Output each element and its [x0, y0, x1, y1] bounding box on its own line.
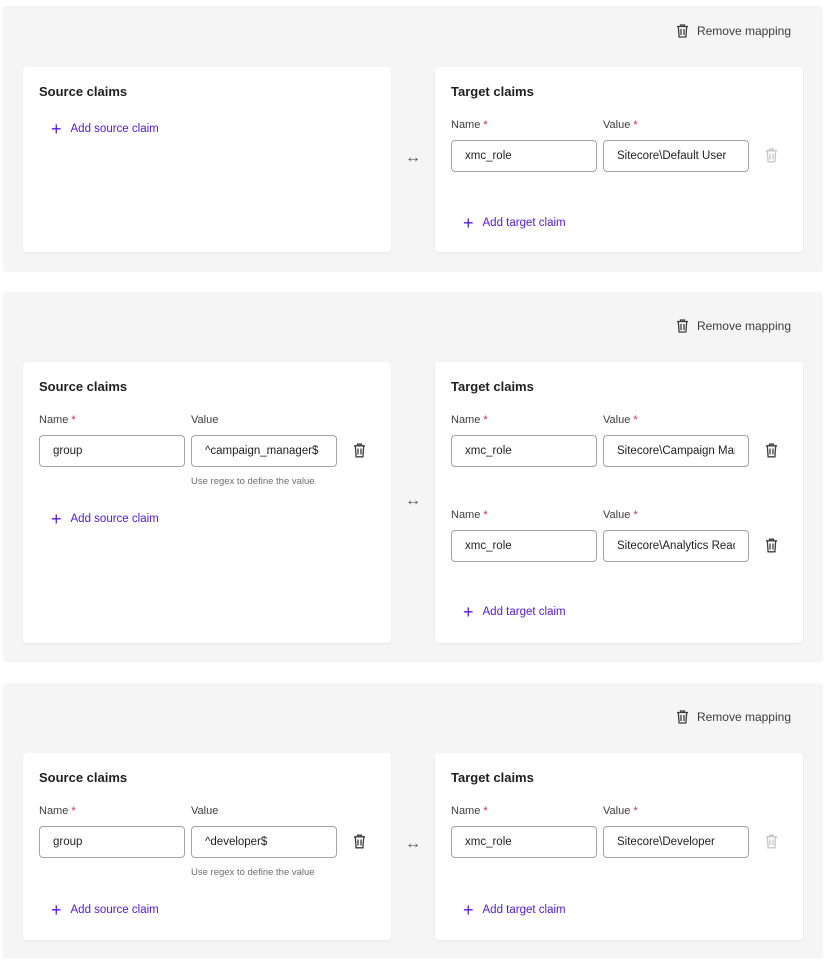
mapping-2: Remove mapping Source claims Name * Value…: [3, 292, 823, 662]
name-label: Name *: [39, 805, 76, 817]
name-label: Name *: [451, 414, 488, 426]
source-claims-card: Source claims + Add source claim: [23, 67, 391, 252]
target-claims-card: Target claims Name* Value* + Add target …: [435, 67, 803, 252]
trash-icon: [676, 319, 689, 333]
remove-mapping-label: Remove mapping: [696, 319, 791, 333]
delete-target-claim-icon[interactable]: [765, 834, 781, 850]
name-label: Name *: [451, 805, 488, 817]
swap-icon: ↔: [405, 835, 421, 852]
name-label: Name *: [451, 509, 488, 521]
value-label: Value *: [603, 414, 638, 426]
remove-mapping-label: Remove mapping: [696, 24, 791, 38]
add-source-claim-button[interactable]: + Add source claim: [51, 900, 159, 920]
regex-hint: Use regex to define the value: [191, 476, 315, 487]
source-claim-value-input[interactable]: [191, 826, 337, 858]
add-source-claim-label: Add source claim: [70, 904, 159, 916]
remove-mapping-button[interactable]: Remove mapping: [676, 710, 791, 724]
target-claim-name-input[interactable]: [451, 140, 597, 172]
delete-target-claim-icon[interactable]: [765, 443, 781, 459]
remove-mapping-button[interactable]: Remove mapping: [676, 24, 791, 38]
plus-icon: +: [463, 602, 474, 622]
add-target-claim-label: Add target claim: [482, 904, 566, 916]
remove-mapping-button[interactable]: Remove mapping: [676, 319, 791, 333]
target-claim-name-input[interactable]: [451, 435, 597, 467]
add-target-claim-button[interactable]: + Add target claim: [463, 900, 566, 920]
plus-icon: +: [51, 119, 62, 139]
value-label: Value *: [603, 509, 638, 521]
mapping-3: Remove mapping Source claims Name * Value…: [3, 683, 823, 959]
delete-source-claim-icon[interactable]: [353, 443, 369, 459]
add-target-claim-button[interactable]: + Add target claim: [463, 602, 566, 622]
source-claims-title: Source claims: [39, 379, 128, 394]
trash-icon: [676, 24, 689, 38]
plus-icon: +: [51, 900, 62, 920]
source-claims-card: Source claims Name* Value Use regex to d…: [23, 362, 391, 643]
plus-icon: +: [463, 900, 474, 920]
value-label: Value: [191, 414, 219, 426]
target-claim-name-input[interactable]: [451, 826, 597, 858]
source-claim-name-input[interactable]: [39, 826, 185, 858]
add-target-claim-label: Add target claim: [482, 606, 566, 618]
mapping-1: Remove mapping Source claims + Add sourc…: [3, 6, 823, 272]
swap-icon: ↔: [405, 149, 421, 166]
plus-icon: +: [51, 509, 62, 529]
source-claims-title: Source claims: [39, 770, 128, 785]
source-claim-value-input[interactable]: [191, 435, 337, 467]
target-claim-value-input[interactable]: [603, 140, 749, 172]
target-claim-value-input[interactable]: [603, 530, 749, 562]
add-target-claim-button[interactable]: + Add target claim: [463, 213, 566, 233]
target-claim-value-input[interactable]: [603, 435, 749, 467]
delete-source-claim-icon[interactable]: [353, 834, 369, 850]
target-claims-title: Target claims: [451, 84, 534, 99]
value-label: Value *: [603, 805, 638, 817]
add-source-claim-label: Add source claim: [70, 513, 159, 525]
regex-hint: Use regex to define the value: [191, 867, 315, 878]
name-label: Name *: [451, 119, 488, 131]
value-label: Value: [191, 805, 219, 817]
name-label: Name *: [39, 414, 76, 426]
add-target-claim-label: Add target claim: [482, 217, 566, 229]
target-claims-card: Target claims Name* Value* Name* Value* …: [435, 362, 803, 643]
plus-icon: +: [463, 213, 474, 233]
source-claims-title: Source claims: [39, 84, 128, 99]
delete-target-claim-icon[interactable]: [765, 148, 781, 164]
add-source-claim-button[interactable]: + Add source claim: [51, 509, 159, 529]
target-claims-title: Target claims: [451, 379, 534, 394]
trash-icon: [676, 710, 689, 724]
target-claims-title: Target claims: [451, 770, 534, 785]
add-source-claim-button[interactable]: + Add source claim: [51, 119, 159, 139]
delete-target-claim-icon[interactable]: [765, 538, 781, 554]
source-claim-name-input[interactable]: [39, 435, 185, 467]
target-claims-card: Target claims Name* Value* + Add target …: [435, 753, 803, 940]
source-claims-card: Source claims Name* Value Use regex to d…: [23, 753, 391, 940]
remove-mapping-label: Remove mapping: [696, 710, 791, 724]
target-claim-name-input[interactable]: [451, 530, 597, 562]
value-label: Value *: [603, 119, 638, 131]
swap-icon: ↔: [405, 492, 421, 509]
add-source-claim-label: Add source claim: [70, 123, 159, 135]
target-claim-value-input[interactable]: [603, 826, 749, 858]
